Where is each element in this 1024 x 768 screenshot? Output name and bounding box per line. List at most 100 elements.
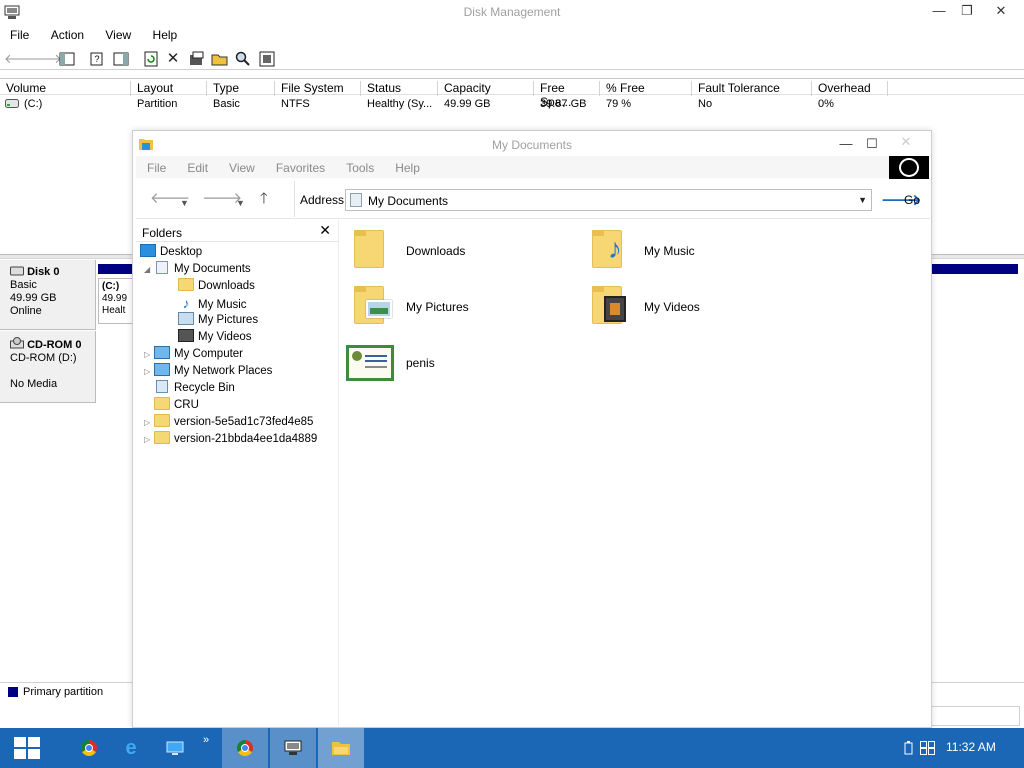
expand-icon[interactable]: ▷ <box>144 414 154 431</box>
disk-0-label[interactable]: Disk 0 Basic 49.99 GB Online <box>0 260 96 330</box>
explorer-minimize-button[interactable]: — <box>833 135 859 153</box>
menu-favorites[interactable]: Favorites <box>276 161 325 175</box>
tree-item-version-5e5ad1c73fed4e85[interactable]: ▷ version-5e5ad1c73fed4e85 <box>144 414 313 431</box>
collapse-icon[interactable]: ◢ <box>144 261 154 278</box>
disk-management-titlebar[interactable]: Disk Management — ❐ ✕ <box>0 0 1024 24</box>
tree-item-version-21bbda4ee1da4889[interactable]: ▷ version-21bbda4ee1da4889 <box>144 431 317 448</box>
tree-item-cru[interactable]: CRU <box>154 397 199 414</box>
up-arrow-icon[interactable]: 🡑 <box>260 190 268 208</box>
explorer-maximize-button[interactable]: ☐ <box>859 135 885 153</box>
tray-battery[interactable] <box>898 728 918 768</box>
cdrom-0-type: CD-ROM (D:) <box>10 352 77 364</box>
close-button[interactable]: ✕ <box>988 2 1014 20</box>
address-input[interactable]: My Documents ▼ <box>345 189 872 211</box>
taskbar-disk-management[interactable] <box>270 728 316 768</box>
list-item-my-pictures[interactable]: My Pictures <box>354 286 554 330</box>
menu-view[interactable]: View <box>229 161 255 175</box>
list-item-downloads[interactable]: Downloads <box>354 230 554 274</box>
taskbar-clock[interactable]: 11:32 AM <box>946 740 996 754</box>
column-file-system[interactable]: File System <box>275 81 361 96</box>
overflow-chevron-icon[interactable]: » <box>196 728 216 768</box>
format-icon[interactable] <box>188 50 206 68</box>
expand-icon[interactable]: ▷ <box>144 363 154 380</box>
explorer-title: My Documents <box>491 138 573 152</box>
menu-file[interactable]: File <box>0 25 29 42</box>
taskbar-internet-explorer[interactable]: e <box>108 728 154 768</box>
properties-icon[interactable]: ? <box>88 50 106 68</box>
column-overhead[interactable]: Overhead <box>812 81 888 96</box>
menu-view[interactable]: View <box>95 25 131 42</box>
menu-file[interactable]: File <box>147 161 166 175</box>
tree-item-recycle-bin[interactable]: Recycle Bin <box>154 380 235 397</box>
folder-icon <box>154 431 170 444</box>
tree-item-my-documents[interactable]: ◢ My Documents <box>144 261 251 278</box>
list-item-penis[interactable]: penis <box>346 345 546 389</box>
folder-icon <box>178 278 194 291</box>
close-icon[interactable]: ✕ <box>319 222 331 239</box>
tray-network[interactable] <box>916 728 938 768</box>
minimize-button[interactable]: — <box>926 2 952 20</box>
menu-help[interactable]: Help <box>143 25 178 42</box>
taskbar-chrome[interactable] <box>66 728 112 768</box>
tree-item-my-music[interactable]: ♪ My Music <box>178 295 247 312</box>
chrome-icon <box>237 739 253 756</box>
tree-item-desktop[interactable]: Desktop <box>140 244 202 261</box>
music-note-icon: ♪ <box>182 295 190 311</box>
expand-icon[interactable]: ▷ <box>144 431 154 448</box>
show-hide-action-pane-icon[interactable] <box>112 50 130 68</box>
volume-overhead: 0% <box>818 98 834 110</box>
maximize-button[interactable]: ❐ <box>954 2 980 20</box>
tree-item-my-videos[interactable]: My Videos <box>178 329 251 346</box>
column-percent-free[interactable]: % Free <box>600 81 692 96</box>
folder-icon <box>354 230 384 268</box>
column-type[interactable]: Type <box>207 81 275 96</box>
show-hide-console-tree-icon[interactable] <box>58 50 76 68</box>
battery-icon <box>904 740 912 755</box>
open-folder-icon[interactable] <box>211 50 229 68</box>
column-capacity[interactable]: Capacity <box>438 81 534 96</box>
back-dropdown-icon[interactable]: ▼ <box>180 194 189 212</box>
search-icon[interactable] <box>234 50 252 68</box>
cdrom-0-label[interactable]: CD-ROM 0 CD-ROM (D:) No Media <box>0 331 96 403</box>
taskbar-desktop[interactable] <box>152 728 198 768</box>
column-free-space[interactable]: Free Spa... <box>534 81 600 109</box>
tree-item-downloads[interactable]: Downloads <box>178 278 255 295</box>
start-button[interactable] <box>14 737 42 761</box>
expand-icon[interactable]: ▷ <box>144 346 154 363</box>
volume-type: Basic <box>213 98 240 110</box>
volume-status: Healthy (Sy... <box>367 98 433 110</box>
column-layout[interactable]: Layout <box>131 81 207 96</box>
list-item-my-music[interactable]: ♪ My Music <box>592 230 792 274</box>
tree-item-my-pictures[interactable]: My Pictures <box>178 312 258 329</box>
forward-arrow-icon[interactable]: 🡒 <box>27 50 62 68</box>
explorer-titlebar[interactable]: My Documents — ☐ ✕ <box>133 131 931 156</box>
menu-action[interactable]: Action <box>41 25 84 42</box>
menu-tools[interactable]: Tools <box>346 161 374 175</box>
back-arrow-icon[interactable]: 🡐 <box>4 50 39 68</box>
explorer-navbar: 🡐 ▼ 🡒 ▼ 🡑 Address My Documents ▼ 🡒 Go <box>136 179 930 219</box>
tree-item-my-computer[interactable]: ▷ My Computer <box>144 346 243 363</box>
settings-icon[interactable] <box>258 50 276 68</box>
explorer-close-button[interactable]: ✕ <box>893 133 919 151</box>
refresh-icon[interactable] <box>142 50 160 68</box>
tree-item-my-network-places[interactable]: ▷ My Network Places <box>144 363 272 380</box>
taskbar-explorer[interactable] <box>318 728 364 768</box>
folders-pane-header: Folders ✕ <box>136 220 339 242</box>
menu-edit[interactable]: Edit <box>187 161 208 175</box>
delete-icon[interactable]: ✕ <box>164 50 182 68</box>
tree-item-label: Downloads <box>198 280 255 292</box>
list-item-my-videos[interactable]: My Videos <box>592 286 792 330</box>
go-button[interactable]: Go <box>904 193 920 207</box>
table-row[interactable]: (C:) Partition Basic NTFS Healthy (Sy...… <box>0 96 1024 114</box>
column-status[interactable]: Status <box>361 81 438 96</box>
forward-dropdown-icon[interactable]: ▼ <box>236 194 245 212</box>
folders-pane: Folders ✕ Desktop ◢ My Documents Download… <box>136 220 339 725</box>
address-dropdown-icon[interactable]: ▼ <box>858 195 867 205</box>
disk-0-partition-c[interactable]: (C:) 49.99 Healt <box>98 278 134 324</box>
column-fault-tolerance[interactable]: Fault Tolerance <box>692 81 812 96</box>
menu-help[interactable]: Help <box>395 161 420 175</box>
column-volume[interactable]: Volume <box>0 81 131 96</box>
partition-status: Healt <box>102 305 126 316</box>
taskbar-chrome-2[interactable] <box>222 728 268 768</box>
partition-name: (C:) <box>102 281 120 292</box>
